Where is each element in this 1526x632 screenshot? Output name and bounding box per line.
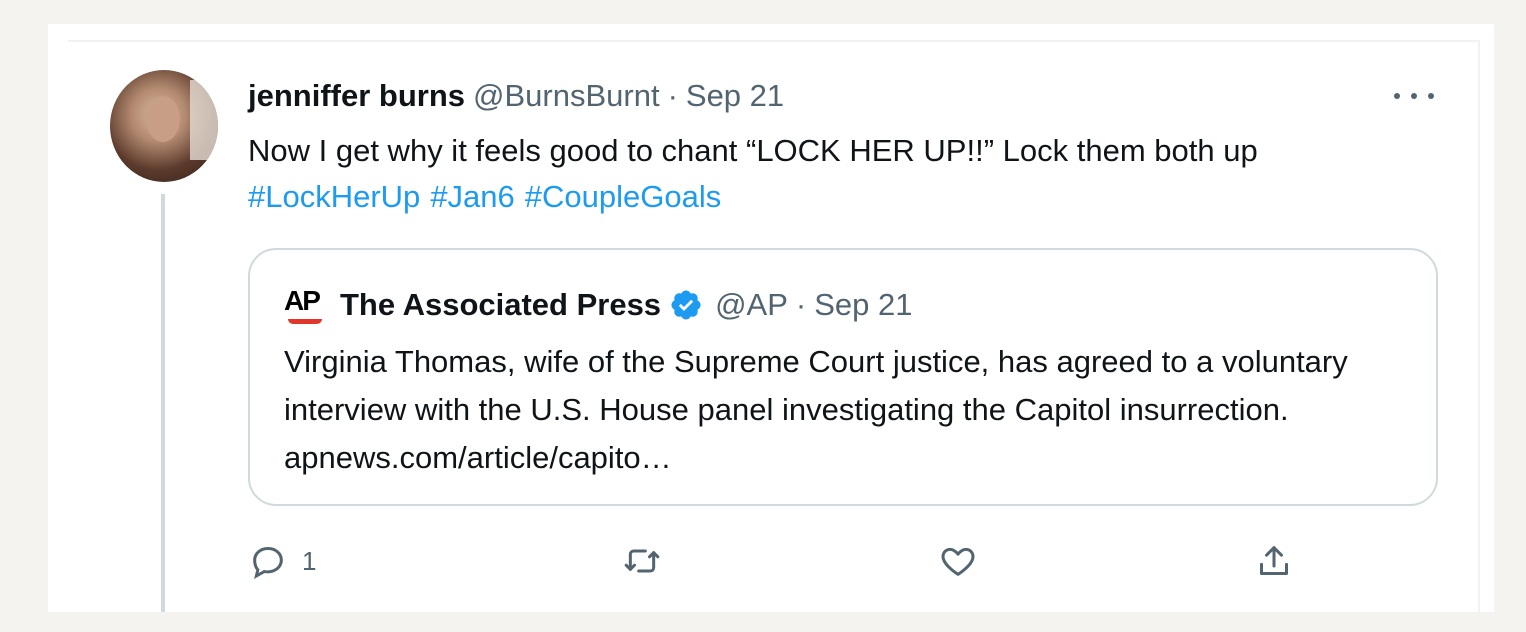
author-handle[interactable]: @BurnsBurnt — [473, 78, 660, 114]
quoted-author-handle: @AP — [715, 287, 788, 322]
verified-badge-icon — [671, 290, 701, 320]
divider — [68, 40, 1480, 42]
quoted-post-date: Sep 21 — [814, 287, 913, 322]
quoted-author-name: The Associated Press — [340, 287, 662, 322]
like-icon — [941, 547, 975, 576]
quoted-tweet[interactable]: AP The Associated Press @AP · Sep 21 Vir… — [248, 248, 1438, 506]
like-button[interactable] — [938, 536, 978, 586]
thread-line — [161, 194, 165, 612]
tweet-body: Now I get why it feels good to chant “LO… — [248, 128, 1438, 220]
avatar[interactable] — [110, 70, 218, 182]
tweet-actions: 1 — [248, 536, 1448, 586]
more-options-icon[interactable] — [1394, 84, 1434, 108]
reply-button[interactable]: 1 — [248, 536, 316, 586]
reply-icon — [253, 546, 283, 579]
quoted-tweet-header: AP The Associated Press @AP · Sep 21 — [284, 282, 912, 328]
retweet-button[interactable] — [622, 536, 662, 586]
divider — [1478, 40, 1480, 612]
share-icon — [1260, 546, 1288, 575]
tweet-text: Now I get why it feels good to chant “LO… — [248, 133, 1258, 168]
hashtag-list: #LockHerUp #Jan6 #CoupleGoals — [248, 174, 1438, 220]
separator: · — [795, 287, 807, 322]
share-button[interactable] — [1254, 536, 1294, 586]
tweet-header: jenniffer burns @BurnsBurnt · Sep 21 — [248, 76, 784, 116]
retweet-icon — [624, 549, 660, 573]
ap-logo: AP — [284, 283, 328, 327]
separator: · — [667, 78, 678, 113]
post-date[interactable]: Sep 21 — [686, 78, 784, 114]
author-name[interactable]: jenniffer burns — [248, 78, 465, 114]
hashtag-link[interactable]: #CoupleGoals — [525, 179, 721, 214]
hashtag-link[interactable]: #LockHerUp — [248, 179, 420, 214]
reply-count: 1 — [302, 545, 317, 576]
hashtag-link[interactable]: #Jan6 — [430, 179, 514, 214]
tweet-card[interactable]: jenniffer burns @BurnsBurnt · Sep 21 Now… — [48, 24, 1494, 612]
quoted-tweet-text: Virginia Thomas, wife of the Supreme Cou… — [284, 344, 1348, 475]
